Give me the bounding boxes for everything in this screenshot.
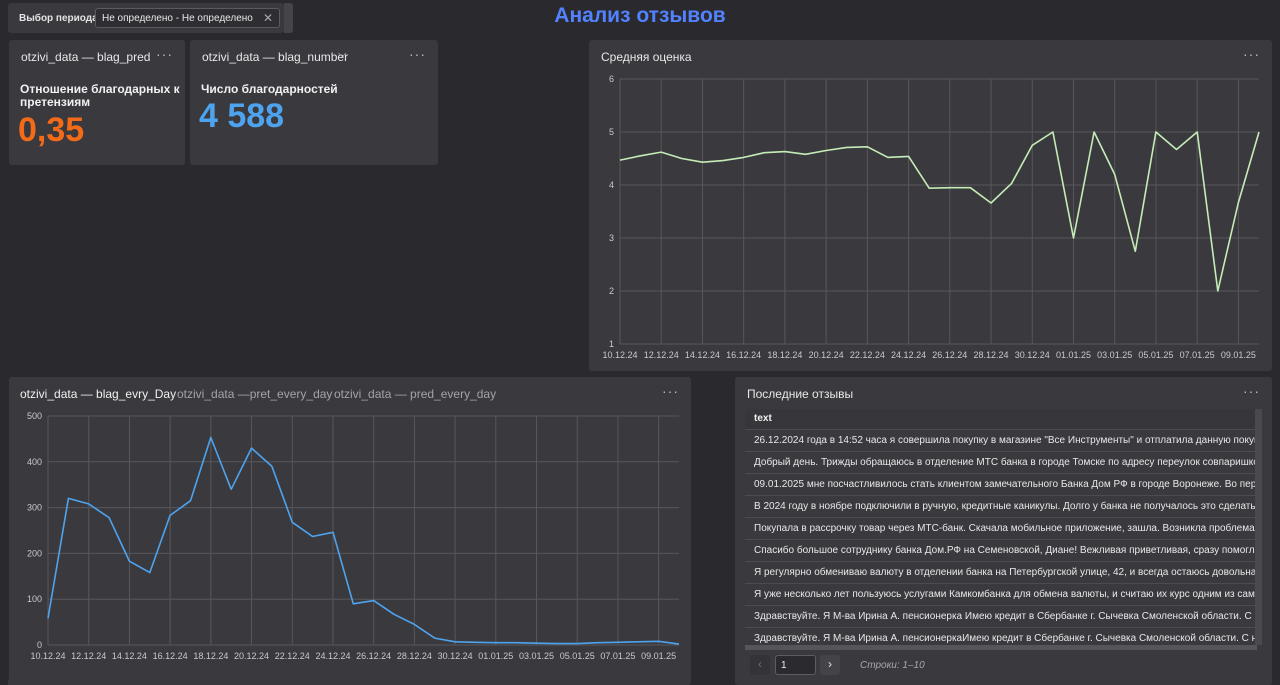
chevron-down-icon[interactable]: ⌵ bbox=[338, 48, 346, 61]
table-row[interactable]: 09.01.2025 мне посчастливилось стать кли… bbox=[745, 474, 1255, 496]
y-tick-label: 6 bbox=[609, 74, 614, 84]
x-tick-label: 07.01.25 bbox=[1180, 350, 1215, 360]
daily-thanks-panel: otzivi_data — blag_evry_Day otzivi_data … bbox=[9, 377, 691, 685]
x-tick-label: 10.12.24 bbox=[30, 651, 65, 661]
x-tick-label: 05.01.25 bbox=[560, 651, 595, 661]
avg-rating-panel: Средняя оценка ··· 1 2 3 4 5 6 10.12.24 12.12.2… bbox=[589, 40, 1272, 371]
x-tick-label: 30.12.24 bbox=[438, 651, 473, 661]
x-tick-label: 22.12.24 bbox=[275, 651, 310, 661]
x-tick-label: 28.12.24 bbox=[397, 651, 432, 661]
y-tick-label: 100 bbox=[27, 594, 42, 604]
y-tick-label: 300 bbox=[27, 503, 42, 513]
page-number-input[interactable] bbox=[775, 655, 816, 675]
x-tick-label: 16.12.24 bbox=[153, 651, 188, 661]
x-tick-label: 14.12.24 bbox=[112, 651, 147, 661]
next-page-button[interactable]: › bbox=[820, 655, 840, 675]
reviews-panel: Последние отзывы ··· text 26.12.2024 год… bbox=[735, 377, 1272, 685]
x-tick-label: 10.12.24 bbox=[602, 350, 637, 360]
vertical-scrollbar[interactable] bbox=[1255, 409, 1262, 645]
table-row[interactable]: Здравствуйте. Я М-ва Ирина А. пенсионерк… bbox=[745, 606, 1255, 628]
table-row[interactable]: Я регулярно обмениваю валюту в отделении… bbox=[745, 562, 1255, 584]
kpi-label: Отношение благодарных к претензиям bbox=[20, 82, 180, 109]
reviews-title: Последние отзывы bbox=[747, 387, 854, 401]
y-tick-label: 0 bbox=[37, 640, 42, 650]
x-tick-label: 03.01.25 bbox=[519, 651, 554, 661]
y-tick-label: 4 bbox=[609, 180, 614, 190]
x-tick-label: 12.12.24 bbox=[71, 651, 106, 661]
kpi-source: otzivi_data — blag_pred bbox=[21, 50, 151, 64]
daily-thanks-chart: 0 100 200 300 400 500 10.12.24 12.12.24 14.12.24… bbox=[27, 411, 680, 661]
reviews-table: text 26.12.2024 года в 14:52 часа я сове… bbox=[745, 409, 1255, 650]
x-tick-label: 30.12.24 bbox=[1015, 350, 1050, 360]
more-menu-icon[interactable]: ··· bbox=[409, 46, 426, 62]
kpi-blag-pred: otzivi_data — blag_pred ··· Отношение бл… bbox=[9, 40, 185, 165]
x-tick-label: 28.12.24 bbox=[974, 350, 1009, 360]
rows-info: Строки: 1–10 bbox=[860, 660, 925, 671]
y-tick-label: 500 bbox=[27, 411, 42, 421]
table-row[interactable]: 26.12.2024 года в 14:52 часа я совершила… bbox=[745, 430, 1255, 452]
x-tick-label: 24.12.24 bbox=[891, 350, 926, 360]
more-menu-icon[interactable]: ··· bbox=[156, 46, 173, 62]
x-tick-label: 16.12.24 bbox=[726, 350, 761, 360]
x-tick-label: 09.01.25 bbox=[641, 651, 676, 661]
x-tick-label: 26.12.24 bbox=[356, 651, 391, 661]
x-tick-label: 07.01.25 bbox=[600, 651, 635, 661]
table-row[interactable]: Я уже несколько лет пользуюсь услугами К… bbox=[745, 584, 1255, 606]
x-tick-label: 12.12.24 bbox=[644, 350, 679, 360]
x-tick-label: 18.12.24 bbox=[193, 651, 228, 661]
table-row[interactable]: Добрый день. Трижды обращаюсь в отделени… bbox=[745, 452, 1255, 474]
page-title: Анализ отзывов bbox=[554, 4, 726, 27]
x-tick-label: 26.12.24 bbox=[932, 350, 967, 360]
kpi-value: 4 588 bbox=[199, 97, 285, 135]
kpi-value: 0,35 bbox=[18, 111, 85, 149]
series-line bbox=[619, 131, 1260, 292]
y-tick-label: 400 bbox=[27, 457, 42, 467]
x-tick-label: 03.01.25 bbox=[1097, 350, 1132, 360]
avg-rating-chart: 1 2 3 4 5 6 10.12.24 12.12.24 14.12.24 16.12.24 18… bbox=[602, 74, 1260, 360]
x-tick-label: 14.12.24 bbox=[685, 350, 720, 360]
kpi-label: Число благодарностей bbox=[201, 82, 338, 96]
x-tick-label: 01.01.25 bbox=[478, 651, 513, 661]
column-header-text[interactable]: text bbox=[745, 409, 1255, 430]
table-row[interactable]: Спасибо большое сотруднику банка Дом.РФ … bbox=[745, 540, 1255, 562]
more-menu-icon[interactable]: ··· bbox=[1243, 383, 1260, 399]
kpi-blag-number: otzivi_data — blag_number ⌵ ··· Число бл… bbox=[190, 40, 438, 165]
table-row[interactable]: Покупала в рассрочку товар через МТС-бан… bbox=[745, 518, 1255, 540]
x-tick-label: 20.12.24 bbox=[809, 350, 844, 360]
x-tick-label: 20.12.24 bbox=[234, 651, 269, 661]
y-tick-label: 3 bbox=[609, 233, 614, 243]
x-tick-label: 09.01.25 bbox=[1221, 350, 1256, 360]
x-tick-label: 24.12.24 bbox=[315, 651, 350, 661]
kpi-source: otzivi_data — blag_number bbox=[202, 50, 349, 64]
series-line bbox=[47, 436, 680, 645]
x-tick-label: 01.01.25 bbox=[1056, 350, 1091, 360]
x-tick-label: 18.12.24 bbox=[767, 350, 802, 360]
table-row[interactable]: В 2024 году в ноябре подключили в ручную… bbox=[745, 496, 1255, 518]
y-tick-label: 1 bbox=[609, 339, 614, 349]
bottom-panel-edge bbox=[8, 678, 291, 685]
x-tick-label: 05.01.25 bbox=[1138, 350, 1173, 360]
y-tick-label: 2 bbox=[609, 286, 614, 296]
x-tick-label: 22.12.24 bbox=[850, 350, 885, 360]
y-tick-label: 200 bbox=[27, 548, 42, 558]
y-tick-label: 5 bbox=[609, 127, 614, 137]
horizontal-scrollbar[interactable] bbox=[745, 645, 1257, 650]
prev-page-button[interactable]: ‹ bbox=[750, 655, 770, 675]
